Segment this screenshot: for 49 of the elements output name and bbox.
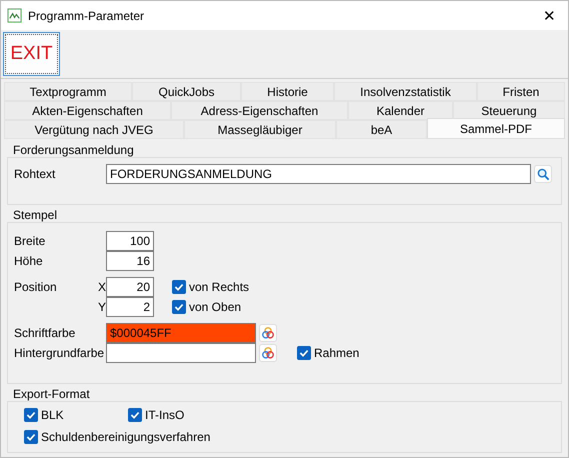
field-label: Rohtext xyxy=(14,167,56,181)
color-field[interactable] xyxy=(106,343,256,363)
field-label: Hintergrundfarbe xyxy=(14,346,106,360)
tab[interactable]: QuickJobs xyxy=(132,82,241,101)
checkbox-label[interactable]: von Rechts xyxy=(189,280,250,294)
number-field[interactable]: 100 xyxy=(106,231,154,251)
checkbox[interactable] xyxy=(297,346,311,360)
tab[interactable]: Historie xyxy=(241,82,334,101)
group-title: Stempel xyxy=(12,208,58,222)
group-title: Export-Format xyxy=(12,387,90,401)
checkbox-label[interactable]: Rahmen xyxy=(314,346,360,360)
checkbox[interactable] xyxy=(172,280,186,294)
tab[interactable]: Kalender xyxy=(348,101,453,120)
tab[interactable]: Akten-Eigenschaften xyxy=(4,101,171,120)
checkbox[interactable] xyxy=(172,300,186,314)
field-label: Breite xyxy=(14,234,46,248)
checkbox[interactable] xyxy=(128,408,142,422)
window-title: Programm-Parameter xyxy=(28,8,146,22)
checkbox-label[interactable]: BLK xyxy=(41,408,64,422)
tab[interactable]: beA xyxy=(336,120,427,139)
close-button[interactable]: ✕ xyxy=(537,6,562,24)
checkbox[interactable] xyxy=(24,408,38,422)
tab[interactable]: Insolvenzstatistik xyxy=(334,82,477,101)
checkbox-label[interactable]: von Oben xyxy=(189,300,242,314)
exit-button[interactable]: EXIT xyxy=(3,32,60,76)
tab[interactable]: Textprogramm xyxy=(4,82,132,101)
field-label: Schriftfarbe xyxy=(14,326,76,340)
color-field[interactable]: $000045FF xyxy=(106,323,256,343)
axis-label: X xyxy=(98,280,106,294)
field-label: Höhe xyxy=(14,254,44,268)
checkbox[interactable] xyxy=(24,430,38,444)
color-picker-button[interactable] xyxy=(259,324,277,342)
number-field[interactable]: 2 xyxy=(106,297,154,317)
checkbox-label[interactable]: IT-InsO xyxy=(145,408,184,422)
color-picker-button[interactable] xyxy=(259,344,277,362)
number-field[interactable]: 16 xyxy=(106,251,154,271)
app-icon xyxy=(7,8,22,23)
axis-label: Y xyxy=(98,300,106,314)
tab[interactable]: Massegläubiger xyxy=(184,120,336,139)
tab[interactable]: Fristen xyxy=(477,82,565,101)
tab[interactable]: Sammel-PDF xyxy=(427,118,565,139)
tab[interactable]: Adress-Eigenschaften xyxy=(171,101,348,120)
number-field[interactable]: 20 xyxy=(106,277,154,297)
text-field[interactable]: FORDERUNGSANMELDUNG xyxy=(106,164,531,184)
search-button[interactable] xyxy=(534,165,552,183)
checkbox-label[interactable]: Schuldenbereinigungsverfahren xyxy=(41,430,210,444)
field-label: Position xyxy=(14,280,58,294)
group-title: Forderungsanmeldung xyxy=(12,143,134,157)
tab[interactable]: Vergütung nach JVEG xyxy=(4,120,184,139)
